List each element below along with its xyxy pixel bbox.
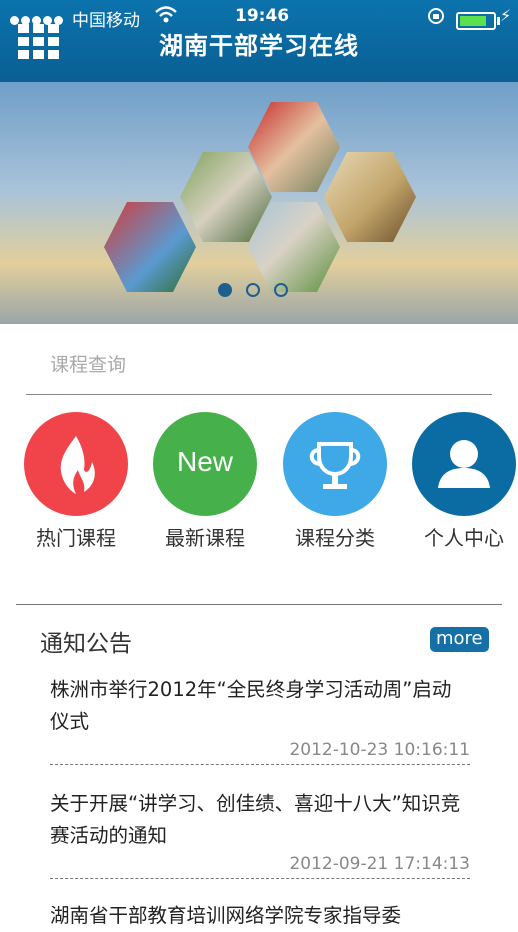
- banner-photo-calligraphy: [324, 152, 416, 242]
- pager-dot[interactable]: [274, 283, 288, 297]
- notice-title: 株洲市举行2012年“全民终身学习活动周”启动仪式: [50, 678, 452, 733]
- notice-item[interactable]: 湖南省干部教育培训网络学院专家指导委: [50, 900, 470, 932]
- new-badge-text: New: [176, 446, 233, 477]
- new-badge-icon: New: [153, 412, 257, 516]
- pager-dot[interactable]: [246, 283, 260, 297]
- notices-heading: 通知公告: [40, 631, 132, 657]
- section-divider: [16, 604, 502, 605]
- nav-course-categories[interactable]: 课程分类: [283, 412, 387, 554]
- person-icon: [412, 412, 516, 516]
- notice-date: 2012-09-21 17:14:13: [289, 854, 470, 874]
- banner-photo-dancers: [104, 202, 196, 292]
- course-search[interactable]: [26, 338, 492, 395]
- notice-item[interactable]: 株洲市举行2012年“全民终身学习活动周”启动仪式 2012-10-23 10:…: [50, 674, 470, 765]
- nav-personal-center-label: 个人中心: [424, 526, 504, 550]
- course-search-input[interactable]: [26, 338, 492, 394]
- app-header: 中国移动 19:46 ⚡ 湖南干部学习在线: [0, 0, 518, 82]
- nav-hot-courses[interactable]: 热门课程: [24, 412, 128, 554]
- nav-course-categories-label: 课程分类: [295, 526, 375, 550]
- charging-icon: ⚡: [500, 6, 512, 25]
- pager-dot[interactable]: [218, 283, 232, 297]
- trophy-icon: [283, 412, 387, 516]
- nav-personal-center[interactable]: 个人中心: [412, 412, 516, 554]
- carousel-pager[interactable]: [218, 282, 302, 301]
- nav-hot-courses-label: 热门课程: [36, 526, 116, 550]
- notice-title: 湖南省干部教育培训网络学院专家指导委: [50, 904, 402, 927]
- notice-item[interactable]: 关于开展“讲学习、创佳绩、喜迎十八大”知识竞赛活动的通知 2012-09-21 …: [50, 788, 470, 879]
- notice-title: 关于开展“讲学习、创佳绩、喜迎十八大”知识竞赛活动的通知: [50, 792, 461, 847]
- notice-date: 2012-10-23 10:16:11: [289, 740, 470, 760]
- notices-more-button[interactable]: more: [430, 627, 489, 652]
- flame-icon: [24, 412, 128, 516]
- banner-carousel[interactable]: [0, 82, 518, 324]
- status-time: 19:46: [235, 6, 290, 26]
- page-title: 湖南干部学习在线: [159, 32, 359, 60]
- nav-new-courses-label: 最新课程: [165, 526, 245, 550]
- nav-new-courses[interactable]: New 最新课程: [153, 412, 257, 554]
